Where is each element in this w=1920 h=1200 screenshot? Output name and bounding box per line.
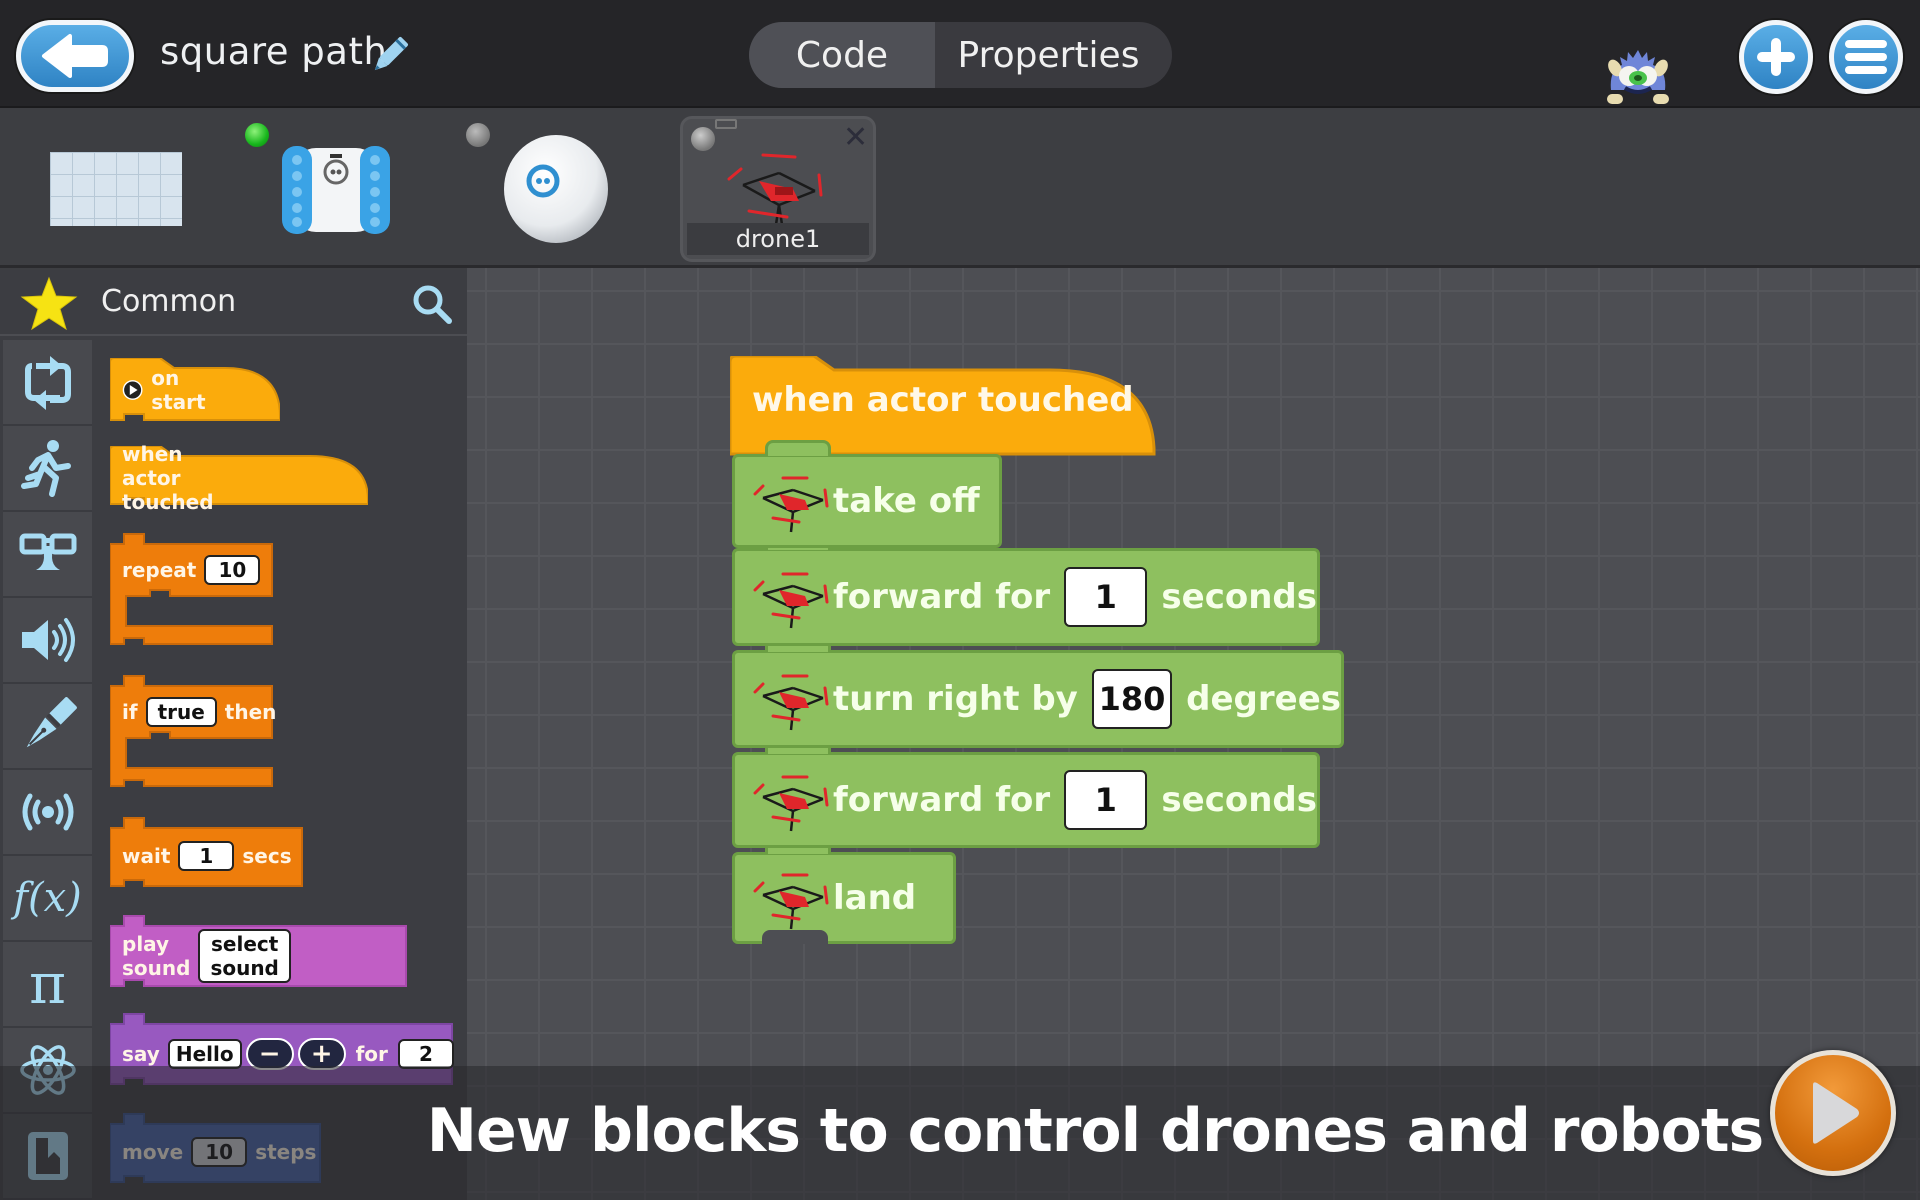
block-value-input[interactable]: 180 — [1091, 669, 1173, 729]
actor-stage[interactable] — [50, 152, 182, 226]
hamburger-menu-icon — [1845, 40, 1887, 74]
block-label: say — [122, 1042, 160, 1066]
pi-icon: π — [29, 951, 66, 1017]
running-person-icon — [20, 440, 71, 497]
back-button[interactable] — [16, 20, 134, 92]
block-label: when actor touched — [122, 442, 214, 514]
view-tabs: Code Properties — [749, 22, 1172, 88]
promo-caption: New blocks to control drones and robots — [426, 1096, 1764, 1166]
close-icon[interactable]: ✕ — [843, 123, 868, 153]
wait-seconds-input[interactable]: 1 — [178, 841, 235, 871]
actor-sphero-ball[interactable] — [503, 134, 609, 244]
block-unit: degrees — [1186, 679, 1341, 719]
pencil-icon[interactable] — [366, 36, 412, 76]
script-hat-label[interactable]: when actor touched — [752, 380, 1134, 420]
battery-icon — [715, 119, 737, 129]
block-connector — [765, 440, 831, 456]
drone-icon — [753, 775, 829, 832]
block-value-input[interactable]: 1 — [1064, 567, 1148, 627]
plus-icon — [1757, 38, 1795, 76]
block-label: play sound — [122, 932, 191, 980]
star-icon[interactable] — [20, 276, 78, 332]
block-unit: secs — [242, 844, 292, 868]
tab-code[interactable]: Code — [749, 22, 935, 88]
say-text-input[interactable]: Hello — [167, 1039, 242, 1069]
stack-bottom-connector — [762, 930, 828, 944]
condition-input[interactable]: true — [145, 697, 217, 727]
block-unit: seconds — [1161, 577, 1317, 617]
repeat-count-input[interactable]: 10 — [204, 555, 261, 585]
say-duration-input[interactable]: 2 — [397, 1039, 454, 1069]
palette-header: Common — [0, 270, 467, 336]
tab-properties[interactable]: Properties — [935, 22, 1172, 88]
script-block-forward-for[interactable]: forward for 1 seconds — [732, 738, 1320, 848]
drone-icon — [753, 674, 829, 731]
script-block-forward-for[interactable]: forward for 1 seconds — [732, 534, 1320, 646]
category-sensing[interactable] — [3, 770, 92, 856]
play-icon — [1813, 1082, 1859, 1144]
add-button[interactable] — [1739, 20, 1813, 94]
arrow-left-icon — [42, 34, 108, 78]
script-block-turn-right-by[interactable]: turn right by 180 degrees — [732, 636, 1344, 748]
speaker-icon — [21, 618, 75, 662]
drone-icon — [753, 572, 829, 629]
block-label: forward for — [833, 780, 1051, 820]
play-icon — [122, 380, 143, 400]
category-math[interactable]: π — [3, 942, 92, 1028]
actor-tray: ✕ drone1 — [0, 110, 1920, 268]
block-label: on start — [151, 366, 206, 414]
app-header: square path Code Properties — [0, 0, 1920, 108]
search-icon[interactable] — [410, 282, 454, 326]
menu-button[interactable] — [1829, 20, 1903, 94]
block-label-for: for — [355, 1042, 388, 1066]
block-label-then: then — [224, 700, 277, 724]
sound-select[interactable]: select sound — [198, 929, 291, 983]
disconnected-status-dot — [691, 127, 715, 151]
fountain-pen-icon — [26, 697, 77, 748]
connected-status-dot — [245, 123, 269, 147]
loop-icon — [24, 356, 71, 410]
block-label: repeat — [122, 558, 197, 582]
drone-image — [727, 153, 823, 232]
category-functions[interactable]: f(x) — [3, 856, 92, 942]
broadcast-icon — [22, 793, 73, 831]
script-block-take-off[interactable]: take off — [732, 440, 1002, 548]
category-motion[interactable] — [3, 426, 92, 512]
drone-icon — [753, 476, 829, 533]
block-label: take off — [833, 481, 980, 521]
block-label: turn right by — [833, 679, 1078, 719]
category-looks[interactable] — [3, 512, 92, 598]
monster-mascot-icon[interactable] — [1601, 46, 1675, 108]
category-pen[interactable] — [3, 684, 92, 770]
category-sound[interactable] — [3, 598, 92, 684]
actor-ollie-robot[interactable] — [272, 140, 400, 240]
block-label-if: if — [122, 700, 138, 724]
disguise-glasses-icon — [19, 533, 76, 570]
block-label: land — [833, 878, 917, 918]
block-label: forward for — [833, 577, 1051, 617]
category-control[interactable] — [3, 340, 92, 426]
run-button[interactable] — [1770, 1050, 1896, 1176]
block-value-input[interactable]: 1 — [1064, 770, 1148, 830]
actor-name-label: drone1 — [687, 223, 869, 255]
block-unit: seconds — [1161, 780, 1317, 820]
drone-icon — [753, 873, 829, 930]
function-icon: f(x) — [13, 875, 82, 921]
block-palette: Common f(x) π on start when actor touche… — [0, 270, 467, 1200]
block-label: wait — [122, 844, 171, 868]
project-title[interactable]: square path — [160, 30, 387, 73]
palette-title: Common — [101, 284, 237, 319]
actor-drone1-card[interactable]: ✕ drone1 — [680, 116, 876, 262]
disconnected-status-dot — [466, 123, 490, 147]
